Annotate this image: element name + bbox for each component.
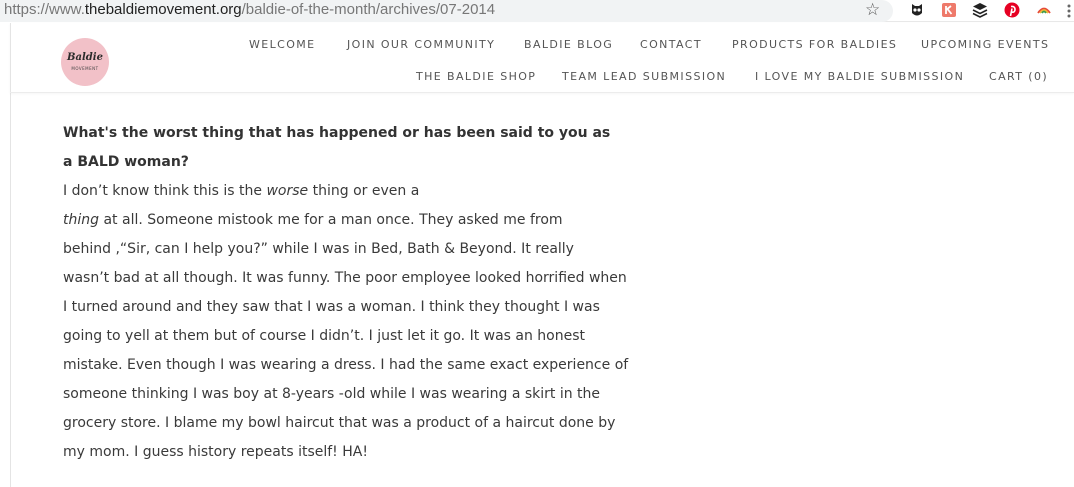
layers-icon[interactable] [972,2,988,18]
address-bar[interactable]: https://www.thebaldiemovement.org/baldie… [0,0,893,22]
logo-subtext: MOVEMENT [71,66,99,71]
logo-text: Baldie [67,52,103,63]
answer-text: I don’t know think this is the [63,183,267,199]
url-scheme: https://www. [4,1,85,18]
emphasis-text: worse [266,183,309,199]
pinterest-icon[interactable] [1004,2,1020,18]
nav-join-our-community[interactable]: JOIN OUR COMMUNITY [347,38,495,51]
answer-line-1: I don’t know think this is the worse thi… [63,182,419,200]
answer-line-4: wasn’t bad at all though. It was funny. … [63,270,627,286]
nav-i-love-my-baldie-submission[interactable]: I LOVE MY BALDIE SUBMISSION [755,70,964,83]
answer-line-10: my mom. I guess history repeats itself! … [63,444,368,460]
answer-text: at all. Someone mistook me for a man onc… [99,212,563,228]
nav-products-for-baldies[interactable]: PRODUCTS FOR BALDIES [732,38,897,51]
browser-toolbar: https://www.thebaldiemovement.org/baldie… [0,0,1074,22]
star-icon[interactable]: ☆ [865,0,880,20]
answer-line-9: grocery store. I blame my bowl haircut t… [63,415,616,431]
nav-cart[interactable]: CART (0) [989,70,1048,83]
nav-baldie-blog[interactable]: BALDIE BLOG [524,38,613,51]
url-path: /baldie-of-the-month/archives/07-2014 [241,1,496,18]
answer-text: thing or even a [308,183,420,199]
answer-line-2: thing at all. Someone mistook me for a m… [63,211,563,229]
site-logo[interactable]: Baldie MOVEMENT [61,38,109,86]
rainbow-icon[interactable] [1036,2,1052,18]
nav-upcoming-events[interactable]: UPCOMING EVENTS [921,38,1049,51]
owl-icon[interactable] [909,2,925,18]
question-heading-line-2: a BALD woman? [63,154,189,170]
answer-line-8: someone thinking I was boy at 8-years -o… [63,386,601,402]
more-menu-icon[interactable] [1064,3,1074,19]
url-text[interactable]: https://www.thebaldiemovement.org/baldie… [4,1,495,19]
k-icon[interactable] [941,2,957,18]
emphasis-text: thing [63,212,100,228]
nav-contact[interactable]: CONTACT [640,38,702,51]
answer-line-6: going to yell at them but of course I di… [63,328,586,344]
answer-line-7: mistake. Even though I was wearing a dre… [63,357,629,373]
nav-welcome[interactable]: WELCOME [249,38,316,51]
answer-line-5: I turned around and they saw that I was … [63,299,600,315]
question-heading-line-1: What's the worst thing that has happened… [63,125,611,141]
answer-line-3: behind ,“Sir, can I help you?” while I w… [63,241,574,257]
url-host: thebaldiemovement.org [84,1,242,18]
nav-team-lead-submission[interactable]: TEAM LEAD SUBMISSION [562,70,726,83]
nav-the-baldie-shop[interactable]: THE BALDIE SHOP [416,70,536,83]
